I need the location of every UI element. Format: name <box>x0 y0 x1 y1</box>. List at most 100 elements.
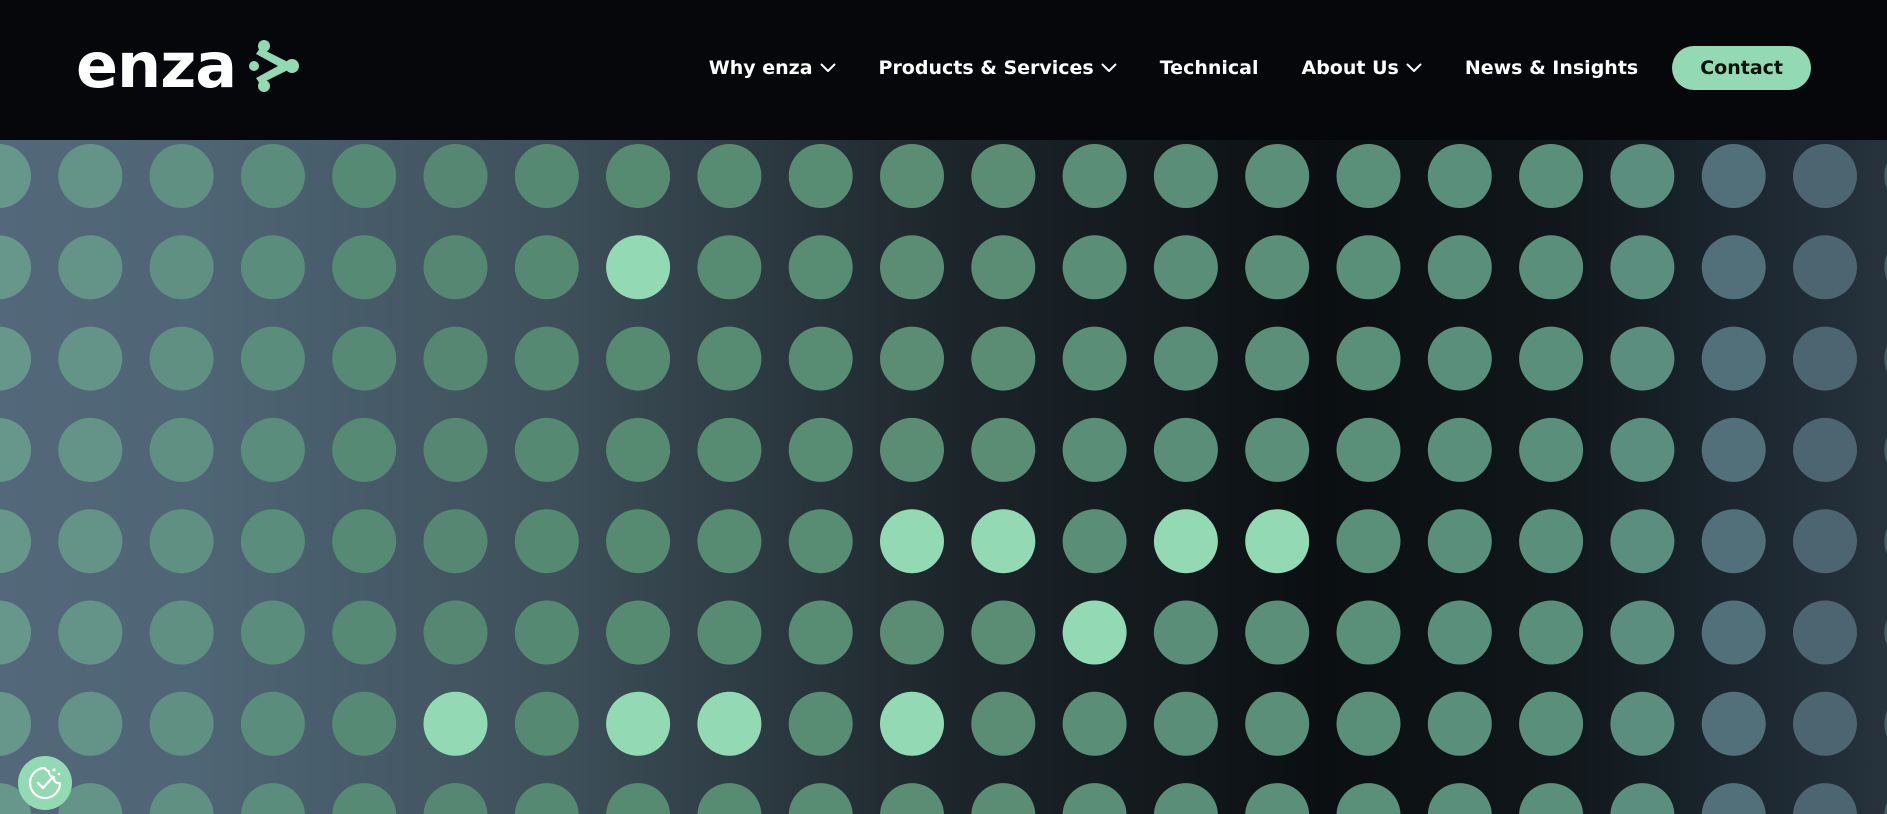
chevron-down-icon <box>820 63 836 72</box>
contact-button[interactable]: Contact <box>1672 46 1811 90</box>
grid-dot <box>1336 417 1401 482</box>
grid-dot <box>149 235 214 300</box>
grid-dot <box>971 326 1036 391</box>
grid-dot <box>1062 509 1127 574</box>
grid-dot <box>0 235 31 300</box>
highlighted-dot <box>880 509 944 574</box>
grid-dot <box>1427 144 1492 208</box>
grid-dot <box>788 326 853 391</box>
nav-item-label: Technical <box>1159 57 1259 79</box>
grid-dot <box>1153 417 1218 482</box>
grid-dot <box>240 235 305 300</box>
grid-dot <box>514 691 579 756</box>
grid-dot <box>332 235 397 300</box>
grid-dot <box>514 783 579 814</box>
grid-dot <box>149 600 214 665</box>
grid-dot <box>1336 235 1401 300</box>
grid-dot <box>1245 144 1310 208</box>
grid-dot <box>240 600 305 665</box>
grid-dot <box>1062 691 1127 756</box>
grid-dot <box>788 783 853 814</box>
grid-dot <box>58 326 123 391</box>
grid-dot <box>1519 326 1584 391</box>
grid-dot <box>606 144 671 208</box>
nav-item-products-services[interactable]: Products & Services <box>879 57 1117 79</box>
grid-dot <box>880 600 944 665</box>
grid-dot <box>332 144 397 208</box>
grid-dot <box>1610 326 1675 391</box>
brand-mark-icon <box>249 40 300 92</box>
nav-item-why-enza[interactable]: Why enza <box>709 57 836 79</box>
grid-dot <box>1793 326 1857 391</box>
chevron-down-icon <box>1101 63 1117 72</box>
highlighted-dot <box>971 509 1036 574</box>
grid-dot <box>1245 235 1310 300</box>
chevron-down-icon <box>1406 63 1422 72</box>
main-nav: Why enza Products & Services Technical A… <box>709 46 1811 90</box>
nav-item-news-insights[interactable]: News & Insights <box>1465 57 1638 79</box>
nav-item-label: About Us <box>1301 57 1399 79</box>
grid-dot <box>1245 417 1310 482</box>
brand-logo[interactable]: enza <box>76 29 300 102</box>
nav-item-technical[interactable]: Technical <box>1160 57 1259 79</box>
grid-dot <box>1153 783 1218 814</box>
grid-dot <box>1062 783 1127 814</box>
grid-dot <box>0 509 31 574</box>
highlighted-dot <box>423 691 488 756</box>
grid-dot <box>514 235 579 300</box>
grid-dot <box>332 509 397 574</box>
grid-dot <box>1701 691 1766 756</box>
grid-dot <box>514 600 579 665</box>
grid-dot <box>1153 144 1218 208</box>
brand-wordmark: enza <box>76 29 237 102</box>
grid-dot <box>697 783 762 814</box>
grid-dot <box>971 600 1036 665</box>
grid-dot <box>1701 326 1766 391</box>
grid-dot <box>788 691 853 756</box>
grid-dot <box>1427 600 1492 665</box>
grid-dot <box>971 235 1036 300</box>
grid-dot <box>1153 600 1218 665</box>
grid-dot <box>149 326 214 391</box>
highlighted-dot <box>880 691 944 756</box>
grid-dot <box>423 144 488 208</box>
grid-dot <box>332 783 397 814</box>
grid-dot <box>1519 144 1584 208</box>
highlighted-dot <box>1153 509 1218 574</box>
grid-dot <box>240 509 305 574</box>
grid-dot <box>149 691 214 756</box>
grid-dot <box>606 417 671 482</box>
grid-dot <box>1610 144 1675 208</box>
grid-dot <box>149 509 214 574</box>
grid-dot <box>240 417 305 482</box>
grid-dot <box>1610 509 1675 574</box>
grid-dot <box>58 691 123 756</box>
grid-dot <box>1427 783 1492 814</box>
grid-dot <box>1153 691 1218 756</box>
grid-dot <box>880 235 944 300</box>
grid-dot <box>423 600 488 665</box>
grid-dot <box>1701 783 1766 814</box>
grid-dot <box>1245 783 1310 814</box>
grid-dot <box>1701 509 1766 574</box>
grid-dot <box>1519 783 1584 814</box>
grid-dot <box>788 509 853 574</box>
nav-item-label: Why enza <box>708 57 813 79</box>
cookie-consent-icon <box>28 766 62 800</box>
highlighted-dot <box>1245 509 1310 574</box>
grid-dot <box>332 691 397 756</box>
cookie-consent-button[interactable] <box>18 756 72 810</box>
grid-dot <box>1427 326 1492 391</box>
grid-dot <box>514 326 579 391</box>
grid-dot <box>1336 691 1401 756</box>
grid-dot <box>514 144 579 208</box>
grid-dot <box>1336 144 1401 208</box>
grid-dot <box>606 783 671 814</box>
grid-dot <box>240 783 305 814</box>
grid-dot <box>788 600 853 665</box>
grid-dot <box>1427 235 1492 300</box>
grid-dot <box>1062 144 1127 208</box>
grid-dot <box>1336 509 1401 574</box>
nav-item-about-us[interactable]: About Us <box>1302 57 1422 79</box>
highlighted-dot <box>697 691 762 756</box>
